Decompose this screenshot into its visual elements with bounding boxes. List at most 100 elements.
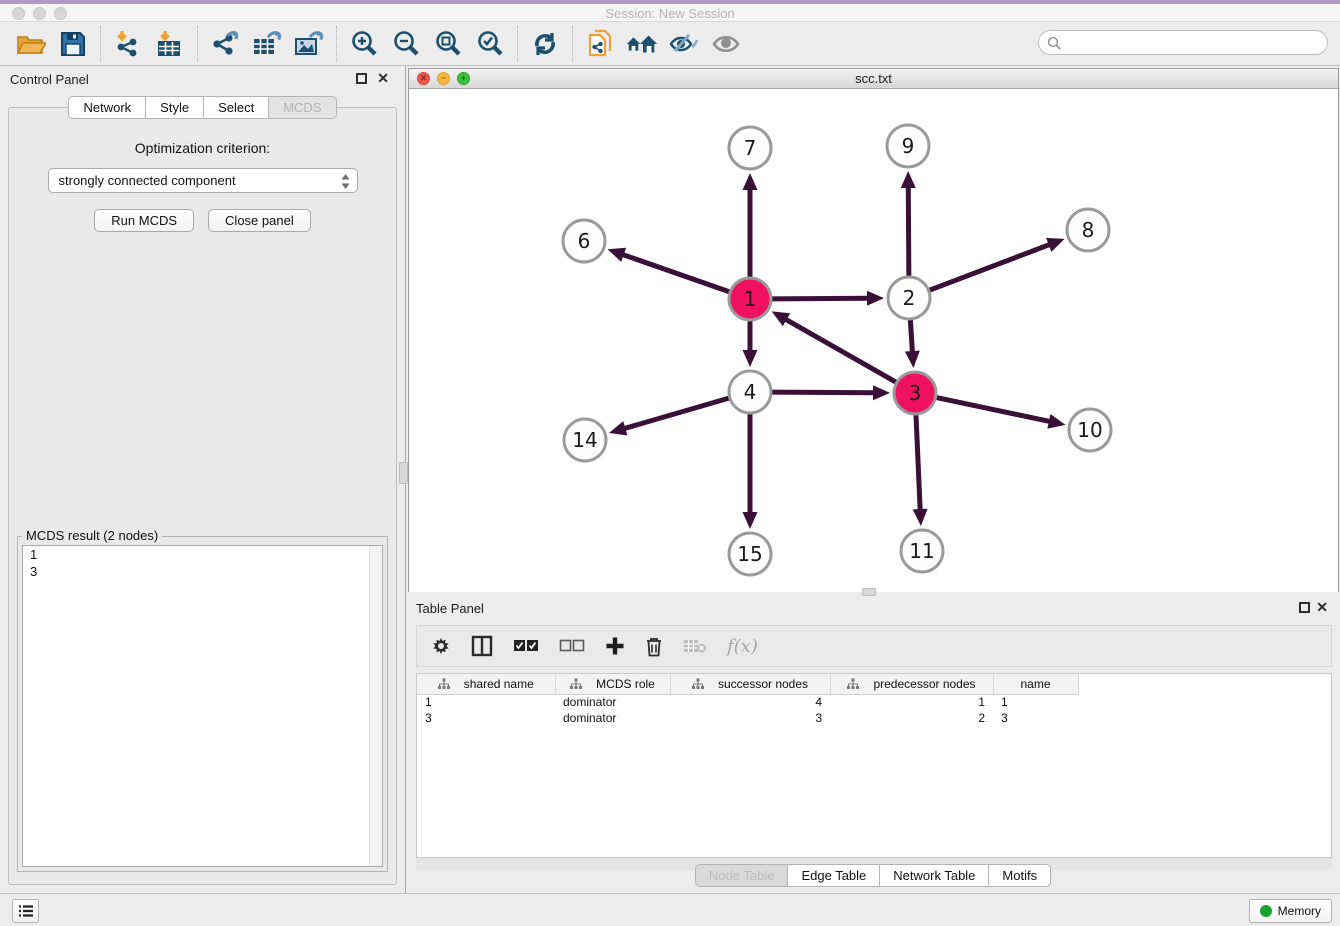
export-table-button[interactable] [250,27,284,61]
fx-icon: f(x) [727,636,758,657]
graph-edge[interactable] [622,254,729,292]
import-table-button[interactable] [153,27,187,61]
optimization-criterion-label: Optimization criterion: [9,140,396,156]
tab-select[interactable]: Select [203,96,268,119]
result-scrollbar[interactable] [369,546,382,866]
criterion-select[interactable]: strongly connected component [48,168,358,193]
tab-network[interactable]: Network [68,96,145,119]
graph-node-label: 9 [902,134,915,158]
graph-edge-arrowhead [873,385,890,400]
tree-icon [438,678,450,690]
unselect-all-columns-button[interactable] [559,632,585,660]
graph-edge-arrowhead [609,421,627,435]
cell-predecessor-nodes[interactable]: 2 [830,710,993,726]
tab-network-table[interactable]: Network Table [879,864,988,887]
float-table-panel-icon[interactable] [1299,602,1310,613]
export-image-button[interactable] [292,27,326,61]
home-icon [625,31,659,57]
select-all-columns-button[interactable] [513,632,539,660]
network-canvas[interactable]: 7968124314101511 [409,89,1338,592]
cell-mcds-role[interactable]: dominator [555,710,670,726]
import-network-button[interactable] [111,27,145,61]
graph-edge[interactable] [937,398,1051,422]
delete-table-button[interactable] [683,632,707,660]
search-input[interactable] [1061,35,1327,50]
zoom-out-button[interactable] [389,27,423,61]
cell-shared-name[interactable]: 1 [417,694,555,710]
export-network-button[interactable] [208,27,242,61]
node-table[interactable]: shared name MCDS role successor nodes pr… [416,673,1332,858]
graph-edge-arrowhead [905,351,920,368]
cell-successor-nodes[interactable]: 4 [670,694,830,710]
zoom-selected-button[interactable] [473,27,507,61]
memory-button[interactable]: Memory [1249,899,1332,923]
graph-edge[interactable] [916,415,920,511]
cell-shared-name[interactable]: 3 [417,710,555,726]
column-header-name[interactable]: name [993,674,1078,694]
close-table-panel-icon[interactable]: ✕ [1316,599,1328,615]
delete-column-button[interactable] [645,632,663,660]
network-view-title: scc.txt [409,71,1338,86]
save-session-button[interactable] [56,27,90,61]
mcds-result-group: MCDS result (2 nodes) 1 3 [17,536,388,872]
copy-network-icon [586,29,614,59]
cell-mcds-role[interactable]: dominator [555,694,670,710]
hide-selected-button[interactable] [667,27,701,61]
graph-node-label: 14 [572,428,597,452]
tab-mcds[interactable]: MCDS [268,96,336,119]
open-session-button[interactable] [14,27,48,61]
column-header-shared-name[interactable]: shared name [417,674,555,694]
show-all-button[interactable] [709,27,743,61]
graph-edge[interactable] [772,298,869,299]
column-header-successor-nodes[interactable]: successor nodes [670,674,830,694]
graph-edge[interactable] [772,392,875,393]
column-layout-button[interactable] [471,632,493,660]
add-column-button[interactable] [605,632,625,660]
graph-edge[interactable] [908,186,909,276]
zoom-fit-button[interactable] [431,27,465,61]
graph-edge[interactable] [785,319,896,382]
mcds-result-list[interactable]: 1 3 [22,545,383,867]
cell-successor-nodes[interactable]: 3 [670,710,830,726]
task-history-button[interactable] [12,899,39,923]
tree-icon [847,678,859,690]
columns-icon [471,635,493,657]
graph-edge[interactable] [930,244,1051,290]
tab-style[interactable]: Style [145,96,203,119]
refresh-layout-button[interactable] [528,27,562,61]
network-view-window: ✕ − + scc.txt 7968124314101511 [408,68,1339,592]
tab-edge-table[interactable]: Edge Table [787,864,879,887]
graph-node-label: 15 [737,542,762,566]
toolbar-separator [100,26,101,62]
function-builder-button[interactable]: f(x) [727,632,758,660]
table-row[interactable]: 1 dominator 4 1 1 [417,694,1078,710]
first-neighbors-button[interactable] [625,27,659,61]
column-header-predecessor-nodes[interactable]: predecessor nodes [830,674,993,694]
graph-edge[interactable] [623,398,728,429]
cell-name[interactable]: 1 [993,694,1078,710]
graph-edge[interactable] [910,320,912,353]
mcds-result-item[interactable]: 3 [23,563,382,580]
graph-edge-arrowhead [1046,238,1065,252]
column-header-mcds-role[interactable]: MCDS role [555,674,670,694]
table-row[interactable]: 3 dominator 3 2 3 [417,710,1078,726]
horizontal-splitter-handle[interactable] [862,588,876,596]
search-field[interactable] [1038,30,1328,55]
close-panel-button[interactable]: Close panel [208,209,311,232]
eye-icon [710,31,742,57]
mcds-result-item[interactable]: 1 [23,546,382,563]
close-panel-icon[interactable]: ✕ [377,70,389,86]
tab-node-table[interactable]: Node Table [695,864,788,887]
cell-predecessor-nodes[interactable]: 1 [830,694,993,710]
float-panel-icon[interactable] [356,73,367,84]
cell-name[interactable]: 3 [993,710,1078,726]
table-options-button[interactable] [431,632,451,660]
tab-motifs[interactable]: Motifs [988,864,1051,887]
memory-label: Memory [1278,904,1321,918]
zoom-in-button[interactable] [347,27,381,61]
toolbar-separator [572,26,573,62]
copy-network-button[interactable] [583,27,617,61]
run-mcds-button[interactable]: Run MCDS [94,209,194,232]
network-view-titlebar[interactable]: ✕ − + scc.txt [409,69,1338,89]
vertical-splitter-handle[interactable] [399,462,408,484]
